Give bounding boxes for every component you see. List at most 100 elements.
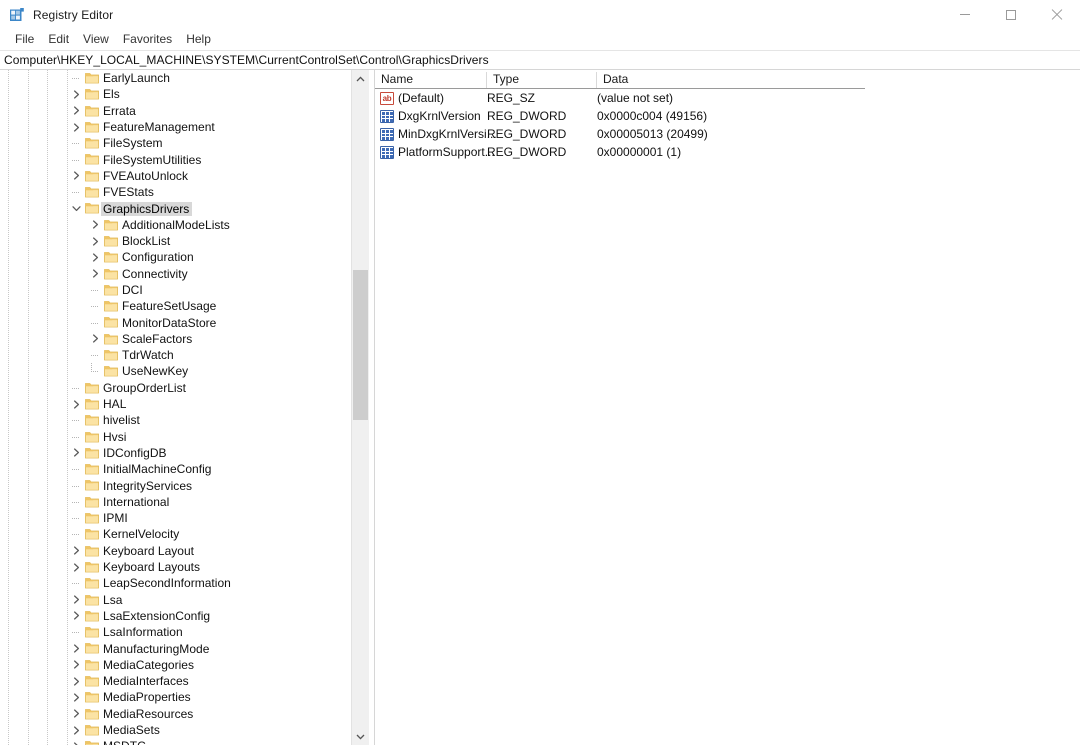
tree-node-manufacturingmode[interactable]: ManufacturingMode [0, 640, 353, 656]
tree-node-configuration[interactable]: Configuration [0, 249, 353, 265]
tree-node-keyboard-layouts[interactable]: Keyboard Layouts [0, 559, 353, 575]
tree-node-els[interactable]: Els [0, 86, 353, 102]
tree-node-connectivity[interactable]: Connectivity [0, 266, 353, 282]
values-list[interactable]: ab(Default)REG_SZ(value not set)DxgKrnlV… [375, 89, 1079, 161]
tree-node-blocklist[interactable]: BlockList [0, 233, 353, 249]
tree-node-scalefactors[interactable]: ScaleFactors [0, 331, 353, 347]
value-row[interactable]: PlatformSupport...REG_DWORD0x00000001 (1… [375, 143, 1079, 161]
tree-node-errata[interactable]: Errata [0, 103, 353, 119]
tree-node-leapsecondinformation[interactable]: LeapSecondInformation [0, 575, 353, 591]
menu-edit[interactable]: Edit [41, 30, 76, 49]
value-row[interactable]: ab(Default)REG_SZ(value not set) [375, 89, 1079, 107]
chevron-right-icon[interactable] [68, 592, 84, 608]
address-bar[interactable]: Computer\HKEY_LOCAL_MACHINE\SYSTEM\Curre… [0, 51, 1080, 70]
tree-node-idconfigdb[interactable]: IDConfigDB [0, 445, 353, 461]
menu-view[interactable]: View [76, 30, 116, 49]
tree-scrollbar[interactable] [351, 70, 369, 745]
tree-node-featuremanagement[interactable]: FeatureManagement [0, 119, 353, 135]
chevron-right-icon[interactable] [68, 119, 84, 135]
column-header-data[interactable]: Data [597, 70, 628, 89]
tree-node-msdtc[interactable]: MSDTC [0, 738, 353, 745]
dword-value-icon [380, 146, 394, 159]
close-button[interactable] [1034, 0, 1080, 29]
tree-node-keyboard-layout[interactable]: Keyboard Layout [0, 543, 353, 559]
minimize-button[interactable] [942, 0, 988, 29]
tree-node-grouporderlist[interactable]: GroupOrderList [0, 380, 353, 396]
value-row[interactable]: MinDxgKrnlVersi...REG_DWORD0x00005013 (2… [375, 125, 1079, 143]
chevron-right-icon[interactable] [68, 86, 84, 102]
tree-node-international[interactable]: International [0, 494, 353, 510]
tree-node-earlylaunch[interactable]: EarlyLaunch [0, 70, 353, 86]
column-header-name[interactable]: Name [375, 70, 413, 89]
menu-file[interactable]: File [8, 30, 41, 49]
tree-node-mediainterfaces[interactable]: MediaInterfaces [0, 673, 353, 689]
chevron-right-icon[interactable] [68, 706, 84, 722]
tree-node-kernelvelocity[interactable]: KernelVelocity [0, 526, 353, 542]
tree-node-hivelist[interactable]: hivelist [0, 412, 353, 428]
tree-node-usenewkey[interactable]: UseNewKey [0, 363, 353, 379]
tree-node-filesystem[interactable]: FileSystem [0, 135, 353, 151]
chevron-down-icon[interactable] [68, 201, 84, 217]
value-row[interactable]: DxgKrnlVersionREG_DWORD0x0000c004 (49156… [375, 107, 1079, 125]
tree-node-ipmi[interactable]: IPMI [0, 510, 353, 526]
chevron-right-icon[interactable] [68, 657, 84, 673]
chevron-right-icon[interactable] [68, 608, 84, 624]
tree-node-graphicsdrivers[interactable]: GraphicsDrivers [0, 200, 353, 216]
registry-editor-icon [9, 7, 25, 23]
chevron-right-icon[interactable] [87, 249, 103, 265]
chevron-right-icon[interactable] [68, 673, 84, 689]
tree-node-fvestats[interactable]: FVEStats [0, 184, 353, 200]
folder-icon [85, 121, 99, 133]
tree-node-mediaproperties[interactable]: MediaProperties [0, 689, 353, 705]
tree-node-filesystemutilities[interactable]: FileSystemUtilities [0, 151, 353, 167]
tree-node-tdrwatch[interactable]: TdrWatch [0, 347, 353, 363]
chevron-right-icon[interactable] [87, 266, 103, 282]
maximize-button[interactable] [988, 0, 1034, 29]
folder-icon [85, 659, 99, 671]
tree-connector [87, 363, 103, 379]
tree-node-integrityservices[interactable]: IntegrityServices [0, 477, 353, 493]
registry-tree[interactable]: EarlyLaunchElsErrataFeatureManagementFil… [0, 70, 353, 745]
folder-icon [85, 170, 99, 182]
folder-icon [104, 365, 118, 377]
chevron-right-icon[interactable] [68, 641, 84, 657]
tree-node-lsainformation[interactable]: LsaInformation [0, 624, 353, 640]
chevron-right-icon[interactable] [87, 331, 103, 347]
chevron-right-icon[interactable] [68, 103, 84, 119]
tree-node-hvsi[interactable]: Hvsi [0, 429, 353, 445]
tree-node-dci[interactable]: DCI [0, 282, 353, 298]
chevron-right-icon[interactable] [68, 396, 84, 412]
scroll-up-button[interactable] [352, 70, 369, 87]
tree-node-label: HAL [101, 397, 129, 411]
scroll-down-button[interactable] [352, 728, 369, 745]
tree-node-featuresetusage[interactable]: FeatureSetUsage [0, 298, 353, 314]
chevron-right-icon[interactable] [68, 168, 84, 184]
chevron-right-icon[interactable] [68, 559, 84, 575]
tree-node-mediasets[interactable]: MediaSets [0, 722, 353, 738]
scrollbar-thumb[interactable] [353, 270, 368, 420]
tree-node-additionalmodelists[interactable]: AdditionalModeLists [0, 217, 353, 233]
menu-favorites[interactable]: Favorites [116, 30, 179, 49]
menu-help[interactable]: Help [179, 30, 218, 49]
chevron-right-icon[interactable] [87, 233, 103, 249]
tree-node-lsaextensionconfig[interactable]: LsaExtensionConfig [0, 608, 353, 624]
chevron-right-icon[interactable] [87, 217, 103, 233]
column-header-type[interactable]: Type [487, 70, 519, 89]
chevron-right-icon[interactable] [68, 689, 84, 705]
tree-node-hal[interactable]: HAL [0, 396, 353, 412]
tree-node-fveautounlock[interactable]: FVEAutoUnlock [0, 168, 353, 184]
chevron-right-icon[interactable] [68, 722, 84, 738]
maximize-icon [1006, 10, 1016, 20]
chevron-right-icon[interactable] [68, 543, 84, 559]
tree-node-initialmachineconfig[interactable]: InitialMachineConfig [0, 461, 353, 477]
tree-node-label: InitialMachineConfig [101, 462, 214, 476]
chevron-right-icon[interactable] [68, 738, 84, 745]
folder-icon [85, 447, 99, 459]
chevron-right-icon[interactable] [68, 445, 84, 461]
tree-node-label: MediaInterfaces [101, 674, 192, 688]
folder-icon [85, 512, 99, 524]
tree-node-monitordatastore[interactable]: MonitorDataStore [0, 314, 353, 330]
tree-node-lsa[interactable]: Lsa [0, 592, 353, 608]
tree-node-mediaresources[interactable]: MediaResources [0, 706, 353, 722]
tree-node-mediacategories[interactable]: MediaCategories [0, 657, 353, 673]
